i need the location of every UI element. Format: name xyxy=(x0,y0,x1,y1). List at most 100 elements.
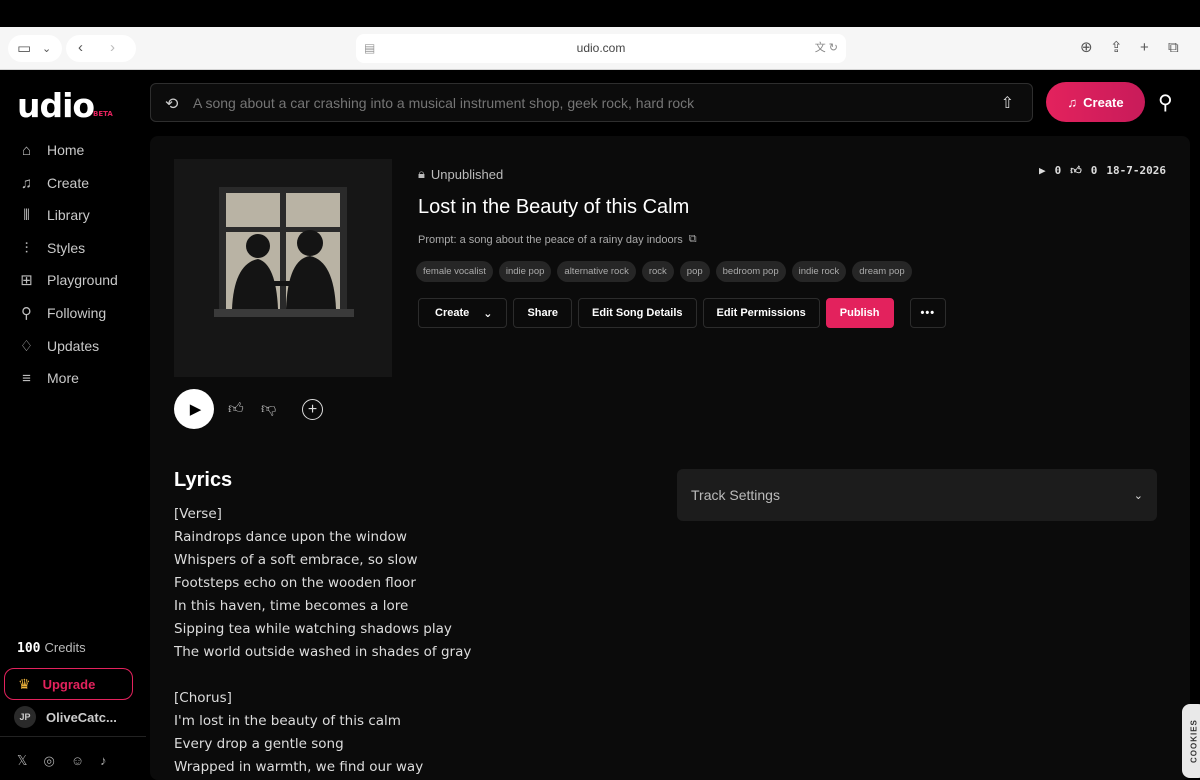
upgrade-label: Upgrade xyxy=(42,676,96,692)
tag-list: female vocalist indie pop alternative ro… xyxy=(416,261,912,282)
share-button[interactable]: Share xyxy=(513,298,573,328)
tabs-overview-icon[interactable]: ⧉ xyxy=(1168,40,1179,56)
udio-logo[interactable]: udio BETA xyxy=(17,86,113,125)
waveform-icon: ⫶ xyxy=(24,239,29,257)
play-button[interactable]: ▶ xyxy=(174,389,214,429)
sidebar-item-label: More xyxy=(47,370,79,386)
sidebar-item-playground[interactable]: ⊞ Playground xyxy=(18,269,118,291)
create-button[interactable]: ♫ Create xyxy=(1046,82,1145,122)
lock-icon: 🔒︎ xyxy=(418,166,425,181)
status-text: Unpublished xyxy=(430,166,504,182)
publish-status: 🔒︎ Unpublished xyxy=(418,166,503,182)
sidebar-item-label: Create xyxy=(47,175,90,191)
song-date: 18-7-2026 xyxy=(1106,164,1166,177)
tag[interactable]: indie pop xyxy=(498,261,552,282)
create-dropdown-button[interactable]: Create ⌄ xyxy=(418,298,508,328)
sidebar: udio BETA ⌂ Home ♫ Create ⫴ Library ⫶ Styles… xyxy=(0,70,146,780)
user-name: OliveCatc... xyxy=(46,709,117,725)
thumbs-down-icon[interactable]: 👎︎ xyxy=(261,400,276,418)
share-icon[interactable]: ⇪ xyxy=(1110,40,1123,56)
edit-permissions-button[interactable]: Edit Permissions xyxy=(702,298,820,328)
sidebar-item-label: Home xyxy=(47,142,85,158)
cookies-tab[interactable]: COOKIES xyxy=(1182,704,1200,778)
likes-count: 0 xyxy=(1090,164,1098,177)
lyrics-heading: Lyrics xyxy=(174,469,233,491)
person-icon: ⚲ xyxy=(21,305,32,322)
sidebar-item-label: Playground xyxy=(47,272,118,288)
add-to-playlist-button[interactable]: + xyxy=(302,399,323,420)
song-actions: Create ⌄ Share Edit Song Details Edit Pe… xyxy=(418,298,947,328)
page-icon: ▤ xyxy=(364,41,376,55)
forward-icon[interactable]: › xyxy=(110,40,115,56)
publish-button[interactable]: Publish xyxy=(825,298,894,328)
song-prompt: Prompt: a song about the peace of a rain… xyxy=(418,233,697,246)
download-icon[interactable]: ⊕ xyxy=(1080,40,1093,56)
prompt-input[interactable] xyxy=(193,84,973,121)
sidebar-item-label: Following xyxy=(47,305,107,321)
user-menu[interactable]: JP OliveCatc... xyxy=(14,706,117,728)
instagram-icon[interactable]: ◎ xyxy=(43,753,54,769)
social-links: 𝕏 ◎ ☺ ♪ xyxy=(17,753,107,769)
upgrade-button[interactable]: ♛ Upgrade xyxy=(4,668,133,700)
chevron-down-icon[interactable]: ⌄ xyxy=(42,41,51,57)
tag[interactable]: dream pop xyxy=(852,261,912,282)
prompt-text: Prompt: a song about the peace of a rain… xyxy=(418,233,683,246)
plays-icon: ▶ xyxy=(1039,164,1046,177)
upload-icon[interactable]: ⇧ xyxy=(1001,93,1014,113)
crown-icon: ♛ xyxy=(18,675,31,692)
sidebar-item-label: Library xyxy=(47,207,90,223)
credits-label: Credits xyxy=(44,640,86,655)
likes-icon: 👍︎ xyxy=(1070,164,1082,177)
menu-icon: ≡ xyxy=(22,369,31,387)
song-title: Lost in the Beauty of this Calm xyxy=(418,196,690,218)
credits-display: 100 Credits xyxy=(17,640,86,656)
tag[interactable]: indie rock xyxy=(791,261,847,282)
more-icon: ••• xyxy=(920,307,936,319)
search-icon[interactable]: ⚲ xyxy=(1158,90,1173,115)
sidebar-item-home[interactable]: ⌂ Home xyxy=(18,139,84,161)
address-bar[interactable]: ▤ udio.com 文 ↻ xyxy=(356,34,846,63)
sidebar-toggle-icon[interactable]: ▭ xyxy=(17,41,31,57)
sidebar-item-updates[interactable]: ♢ Updates xyxy=(18,335,99,357)
shuffle-prompt-icon[interactable]: ⟲ xyxy=(165,94,178,114)
divider xyxy=(0,736,146,737)
sidebar-item-label: Updates xyxy=(47,338,100,354)
tag[interactable]: bedroom pop xyxy=(715,261,786,282)
create-dropdown-label: Create xyxy=(435,307,470,319)
prompt-bar: ⟲ ⇧ xyxy=(150,83,1033,122)
tag[interactable]: alternative rock xyxy=(557,261,636,282)
sidebar-item-create[interactable]: ♫ Create xyxy=(18,172,89,194)
tag[interactable]: pop xyxy=(679,261,710,282)
track-settings-accordion[interactable]: Track Settings ⌄ xyxy=(677,469,1157,521)
sidebar-item-library[interactable]: ⫴ Library xyxy=(18,204,90,226)
create-label: Create xyxy=(1083,94,1124,110)
more-options-button[interactable]: ••• xyxy=(909,298,947,328)
sidebar-toggle-group[interactable]: ▭ ⌄ xyxy=(8,35,62,62)
sidebar-item-styles[interactable]: ⫶ Styles xyxy=(18,237,86,259)
translate-reload-icons[interactable]: 文 ↻ xyxy=(815,34,838,63)
copy-icon[interactable]: ⧉ xyxy=(689,233,697,246)
sidebar-item-label: Styles xyxy=(47,240,86,256)
tag[interactable]: rock xyxy=(641,261,674,282)
edit-song-details-button[interactable]: Edit Song Details xyxy=(578,298,697,328)
url-text: udio.com xyxy=(576,41,626,55)
credits-count: 100 xyxy=(17,641,41,656)
tag[interactable]: female vocalist xyxy=(416,261,493,282)
logo-text: udio xyxy=(17,86,95,125)
plays-count: 0 xyxy=(1054,164,1062,177)
chevron-down-icon: ⌄ xyxy=(1133,489,1143,502)
tiktok-icon[interactable]: ♪ xyxy=(100,753,107,769)
thumbs-up-icon[interactable]: 👍︎ xyxy=(228,400,244,418)
os-top-bar xyxy=(0,0,1200,27)
library-icon: ⫴ xyxy=(23,206,30,224)
x-twitter-icon[interactable]: 𝕏 xyxy=(17,753,27,769)
sidebar-item-more[interactable]: ≡ More xyxy=(18,367,79,389)
avatar: JP xyxy=(14,706,36,728)
back-icon[interactable]: ‹ xyxy=(78,40,83,56)
discord-icon[interactable]: ☺ xyxy=(71,753,84,769)
browser-toolbar: ▭ ⌄ ‹ › ▤ udio.com 文 ↻ ⊕ ⇪ + ⧉ xyxy=(0,27,1200,70)
new-tab-icon[interactable]: + xyxy=(1140,40,1149,56)
sidebar-item-following[interactable]: ⚲ Following xyxy=(18,302,106,324)
bell-icon: ♢ xyxy=(19,338,34,355)
song-stats: ▶ 0 👍︎ 0 18-7-2026 xyxy=(1039,164,1166,177)
